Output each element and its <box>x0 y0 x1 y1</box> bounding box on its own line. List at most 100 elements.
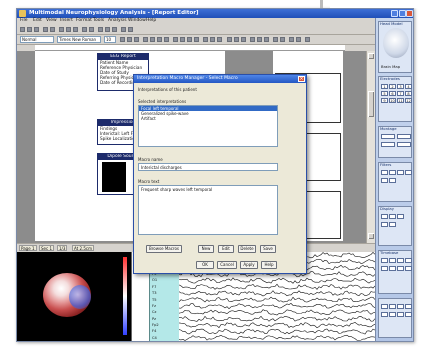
filter-button[interactable] <box>381 178 388 183</box>
help-button[interactable]: Help <box>261 261 277 269</box>
timebase-button[interactable] <box>405 266 412 271</box>
bullets-icon[interactable] <box>180 37 185 42</box>
align-right-icon[interactable] <box>157 37 162 42</box>
edit-button[interactable]: Edit <box>218 245 234 253</box>
zoom-icon[interactable] <box>121 27 126 32</box>
preview-icon[interactable] <box>50 27 55 32</box>
font-size-select[interactable]: 10 <box>104 36 116 43</box>
sign-icon[interactable] <box>273 37 278 42</box>
help-icon[interactable] <box>128 27 133 32</box>
new-icon[interactable] <box>20 27 25 32</box>
electrode-button[interactable]: 5 <box>381 91 388 96</box>
electrode-button[interactable]: 2 <box>389 84 396 89</box>
numbering-icon[interactable] <box>173 37 178 42</box>
bold-icon[interactable] <box>120 37 125 42</box>
menu-analysis[interactable]: Analysis <box>108 18 127 23</box>
display-button[interactable] <box>389 222 396 227</box>
open-icon[interactable] <box>27 27 32 32</box>
copy-icon[interactable] <box>66 27 71 32</box>
scroll-down-icon[interactable] <box>368 233 374 239</box>
montage-button[interactable] <box>397 134 411 139</box>
indent-icon[interactable] <box>194 37 199 42</box>
timebase-button[interactable] <box>381 258 388 263</box>
table-icon[interactable] <box>98 27 103 32</box>
menu-edit[interactable]: Edit <box>33 18 42 23</box>
nav-button[interactable] <box>389 304 396 309</box>
montage-button[interactable] <box>381 134 395 139</box>
electrode-button[interactable]: 11 <box>397 98 404 103</box>
display-button[interactable] <box>397 214 404 219</box>
underline-icon[interactable] <box>134 37 139 42</box>
close-button[interactable] <box>406 10 413 17</box>
dialog-close-icon[interactable]: × <box>298 76 305 82</box>
dipole-insert-icon[interactable] <box>264 37 269 42</box>
nav-button[interactable] <box>405 304 412 309</box>
timebase-button[interactable] <box>405 258 412 263</box>
nav-button[interactable] <box>389 312 396 317</box>
timebase-button[interactable] <box>381 266 388 271</box>
display-button[interactable] <box>389 214 396 219</box>
redo-icon[interactable] <box>89 27 94 32</box>
nav-button[interactable] <box>397 304 404 309</box>
electrode-button[interactable]: 6 <box>389 91 396 96</box>
cancel-button[interactable]: Cancel <box>217 261 237 269</box>
macro-name-field[interactable]: Interictal discharges <box>138 163 278 171</box>
filter-button[interactable] <box>389 170 396 175</box>
highlight-icon[interactable] <box>210 37 215 42</box>
filter-button[interactable] <box>397 170 404 175</box>
save-button[interactable]: Save <box>260 245 276 253</box>
montage-button[interactable] <box>397 142 411 147</box>
cut-icon[interactable] <box>59 27 64 32</box>
ok-button[interactable]: OK <box>196 261 214 269</box>
save-icon[interactable] <box>34 27 39 32</box>
chart-icon[interactable] <box>105 27 110 32</box>
interpretation-list[interactable]: Focal left temporal Generalized spike-wa… <box>138 105 278 147</box>
electrode-button[interactable]: 12 <box>405 98 412 103</box>
nav-button[interactable] <box>405 312 412 317</box>
macro-text-area[interactable]: Frequent sharp waves left temporal <box>138 185 278 235</box>
menu-format[interactable]: Format <box>76 18 92 23</box>
new-button[interactable]: New <box>198 245 214 253</box>
timebase-button[interactable] <box>389 258 396 263</box>
scroll-up-icon[interactable] <box>368 53 374 59</box>
filter-button[interactable] <box>389 178 396 183</box>
menu-file[interactable]: File <box>20 18 28 23</box>
maximize-button[interactable] <box>399 10 406 17</box>
image-icon[interactable] <box>112 27 117 32</box>
filter-button[interactable] <box>381 170 388 175</box>
display-button[interactable] <box>381 222 388 227</box>
map-insert-icon[interactable] <box>257 37 262 42</box>
spell-check-icon[interactable] <box>241 37 246 42</box>
timebase-button[interactable] <box>389 266 396 271</box>
align-center-icon[interactable] <box>150 37 155 42</box>
lock-icon[interactable] <box>280 37 285 42</box>
minimize-button[interactable] <box>391 10 398 17</box>
browse-macros-button[interactable]: Browse Macros <box>146 245 182 253</box>
filter-button[interactable] <box>405 170 412 175</box>
italic-icon[interactable] <box>127 37 132 42</box>
menu-tools[interactable]: Tools <box>93 18 104 23</box>
undo-icon[interactable] <box>82 27 87 32</box>
menu-window[interactable]: Window <box>128 18 146 23</box>
head-thumbnail-icon[interactable] <box>383 28 409 58</box>
electrode-button[interactable]: 1 <box>381 84 388 89</box>
montage-button[interactable] <box>381 142 395 147</box>
electrode-button[interactable]: 3 <box>397 84 404 89</box>
border-icon[interactable] <box>203 37 208 42</box>
delete-button[interactable]: Delete <box>238 245 256 253</box>
menu-view[interactable]: View <box>46 18 57 23</box>
nav-button[interactable] <box>381 304 388 309</box>
timebase-button[interactable] <box>397 258 404 263</box>
settings-icon[interactable] <box>305 37 310 42</box>
electrode-button[interactable]: 4 <box>405 84 412 89</box>
print-icon[interactable] <box>43 27 48 32</box>
font-select[interactable]: Times New Roman <box>57 36 101 43</box>
apply-button[interactable]: Apply <box>240 261 258 269</box>
outdent-icon[interactable] <box>187 37 192 42</box>
electrode-button[interactable]: 9 <box>381 98 388 103</box>
display-button[interactable] <box>381 214 388 219</box>
eeg-insert-icon[interactable] <box>250 37 255 42</box>
style-select[interactable]: Normal <box>20 36 54 43</box>
electrode-button[interactable]: 7 <box>397 91 404 96</box>
nav-button[interactable] <box>381 312 388 317</box>
